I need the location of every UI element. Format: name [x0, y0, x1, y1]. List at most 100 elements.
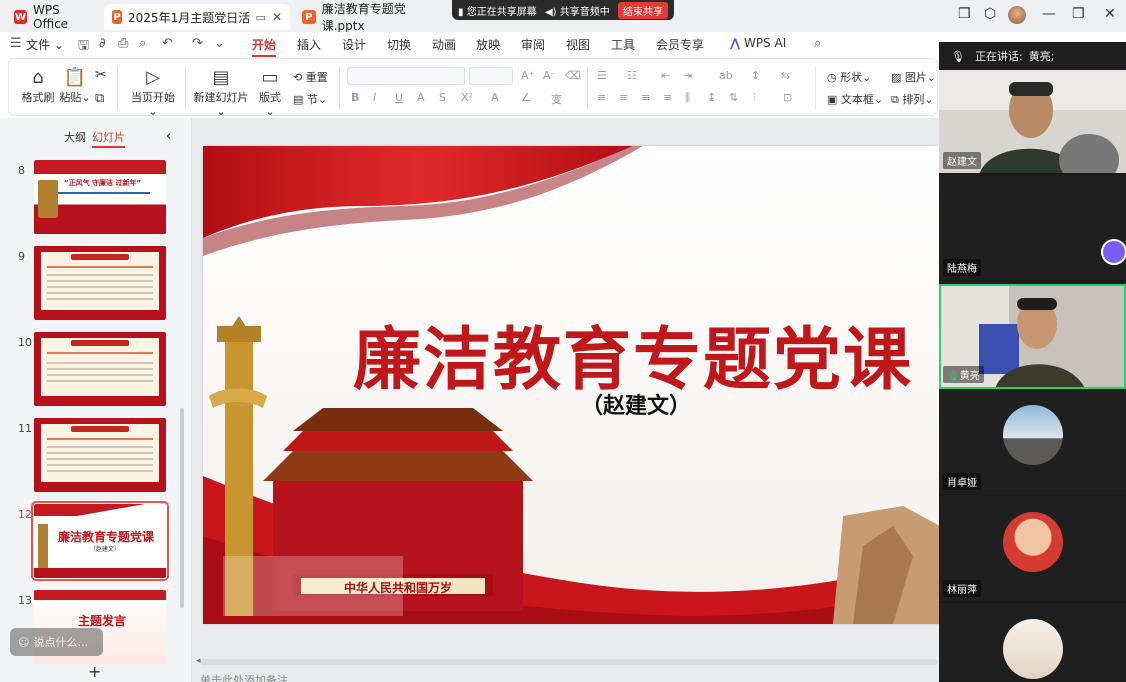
reset-button[interactable]: ⟲ 重置: [293, 69, 328, 85]
strikethrough-icon[interactable]: A: [417, 91, 425, 104]
wps-ai-button[interactable]: ⋀ WPS AI: [730, 36, 786, 50]
minimize-icon[interactable]: —: [1042, 6, 1056, 22]
undo-icon[interactable]: ↶: [162, 36, 173, 51]
font-size-select[interactable]: [469, 67, 513, 85]
slide-panel-scrollbar[interactable]: [180, 408, 184, 608]
close-window-icon[interactable]: ✕: [1104, 6, 1116, 22]
monitor-icon[interactable]: ▭: [256, 11, 266, 24]
para-spacing-icon[interactable]: ⇅: [729, 91, 738, 104]
close-tab-icon[interactable]: ✕: [272, 10, 282, 24]
slide-subtitle[interactable]: （赵建文）: [581, 388, 691, 420]
textbox-button[interactable]: ▣ 文本框⌄: [827, 91, 883, 107]
text-direction-icon[interactable]: ab: [719, 69, 733, 82]
paste-button[interactable]: 📋 粘贴⌄: [59, 67, 91, 105]
format-painter-button[interactable]: ⌂ 格式刷: [21, 67, 55, 105]
menu-file[interactable]: 文件 ⌄: [26, 36, 64, 53]
video-tile[interactable]: 林丽萍: [939, 498, 1126, 603]
assistant-bubble-icon[interactable]: [1101, 239, 1126, 265]
shape-button[interactable]: ◷ 形状⌄: [827, 69, 871, 85]
convert-icon[interactable]: ⇆: [781, 69, 790, 82]
number-list-icon[interactable]: ☷: [627, 69, 637, 82]
scroll-left-icon[interactable]: ◂: [196, 656, 201, 666]
new-slide-button[interactable]: ▤ 新建幻灯片⌄: [191, 67, 251, 118]
tab-view[interactable]: 视图: [566, 36, 590, 53]
highlight-icon[interactable]: ∠: [521, 91, 531, 104]
user-avatar[interactable]: [1008, 6, 1026, 24]
increase-font-icon[interactable]: A⁺: [521, 69, 534, 82]
cube-icon[interactable]: ⬡: [984, 6, 996, 22]
share-audio-button[interactable]: ◀) 共享音频中: [545, 3, 610, 18]
columns-icon[interactable]: ⫶: [753, 91, 756, 105]
slide-thumbnail-8[interactable]: “正风气 守廉洁 过新年”: [34, 160, 166, 234]
picture-button[interactable]: ▨ 图片⌄: [891, 69, 936, 85]
slide-thumbnail-10[interactable]: [34, 332, 166, 406]
copy-icon[interactable]: ⧉: [95, 91, 104, 106]
video-tile-active-speaker[interactable]: 🎙黄亮: [939, 284, 1126, 389]
bullet-list-icon[interactable]: ☰: [597, 69, 607, 82]
bold-icon[interactable]: B: [351, 91, 359, 104]
tab-animation[interactable]: 动画: [432, 36, 456, 53]
slide-thumbnail-12[interactable]: 廉洁教育专题党课 （赵建文）: [31, 501, 169, 581]
print-icon[interactable]: ⎙: [118, 36, 128, 51]
arrange-button[interactable]: ⧉ 排列⌄: [891, 91, 934, 107]
collapse-panel-icon[interactable]: ‹: [166, 129, 171, 144]
section-button[interactable]: ▤ 节⌄: [293, 91, 327, 107]
maximize-icon[interactable]: ❐: [1072, 6, 1085, 22]
editor-horizontal-scrollbar[interactable]: [200, 659, 938, 665]
decrease-font-icon[interactable]: A⁻: [543, 69, 556, 82]
sort-icon[interactable]: ↕: [751, 69, 760, 82]
tab-document-2[interactable]: P 廉洁教育专题党课.pptx: [294, 2, 454, 33]
tab-design[interactable]: 设计: [342, 36, 366, 53]
justify-icon[interactable]: ≡: [663, 91, 672, 104]
play-from-current-button[interactable]: ▷ 当页开始⌄: [127, 67, 179, 118]
chevron-down-icon[interactable]: ⌄: [214, 36, 225, 51]
tab-review[interactable]: 审阅: [521, 36, 545, 53]
window-tile-icon[interactable]: ❐: [958, 6, 971, 22]
tab-wps-home[interactable]: W WPS Office: [6, 3, 102, 31]
tab-home[interactable]: 开始: [252, 36, 277, 57]
slide-thumbnail-9[interactable]: [34, 246, 166, 320]
slide-thumbnail-11[interactable]: [34, 418, 166, 492]
char-spacing-icon[interactable]: 变: [551, 91, 562, 107]
comment-input[interactable]: ☺ 说点什么...: [10, 628, 103, 656]
notes-placeholder[interactable]: 单击此处添加备注: [200, 672, 288, 682]
text-align-icon[interactable]: ⊡: [783, 91, 792, 104]
video-tile[interactable]: [939, 605, 1126, 682]
align-left-icon[interactable]: ≡: [597, 91, 606, 104]
superscript-icon[interactable]: X²: [461, 91, 473, 104]
strike-icon[interactable]: S: [439, 91, 446, 104]
tab-insert[interactable]: 插入: [297, 36, 321, 53]
redo-icon[interactable]: ↷: [192, 36, 203, 51]
line-spacing-icon[interactable]: ↨: [707, 91, 716, 104]
current-slide[interactable]: 中华人民共和国万岁 廉洁教育专题党课 （赵建文）: [203, 146, 940, 624]
add-slide-button[interactable]: +: [88, 662, 101, 681]
video-tile[interactable]: 肖卓娅: [939, 391, 1126, 496]
font-color-icon[interactable]: A: [491, 91, 499, 104]
layout-button[interactable]: ▭ 版式⌄: [255, 67, 285, 118]
tab-slides[interactable]: 幻灯片: [92, 129, 125, 148]
save-icon[interactable]: 🖫: [78, 36, 89, 58]
tab-slideshow[interactable]: 放映: [476, 36, 500, 53]
tab-member[interactable]: 会员专享: [656, 36, 704, 53]
menu-lines-icon[interactable]: ☰: [10, 36, 22, 51]
link-icon[interactable]: ∂: [99, 36, 106, 51]
decrease-indent-icon[interactable]: ⇤: [661, 69, 670, 82]
distribute-icon[interactable]: ⫼: [685, 91, 690, 105]
cut-icon[interactable]: ✂: [95, 67, 107, 83]
underline-icon[interactable]: U: [395, 91, 403, 104]
print-preview-icon[interactable]: ⌕: [139, 36, 146, 51]
align-center-icon[interactable]: ≡: [619, 91, 628, 104]
tab-tools[interactable]: 工具: [611, 36, 635, 53]
clear-format-icon[interactable]: ⌫: [565, 69, 581, 82]
search-icon[interactable]: ⌕: [814, 36, 821, 51]
video-tile[interactable]: 陆燕梅: [939, 177, 1126, 282]
font-family-select[interactable]: [347, 67, 465, 85]
tab-outline[interactable]: 大纲: [64, 129, 86, 145]
align-right-icon[interactable]: ≡: [641, 91, 650, 104]
end-share-button[interactable]: 结束共享: [617, 1, 668, 19]
increase-indent-icon[interactable]: ⇥: [683, 69, 692, 82]
video-tile[interactable]: 赵建文: [939, 70, 1126, 175]
tab-transition[interactable]: 切换: [387, 36, 411, 53]
italic-icon[interactable]: I: [373, 91, 376, 104]
tab-document-1[interactable]: P 2025年1月主题党日活动会标... ▭ ✕: [104, 4, 290, 30]
